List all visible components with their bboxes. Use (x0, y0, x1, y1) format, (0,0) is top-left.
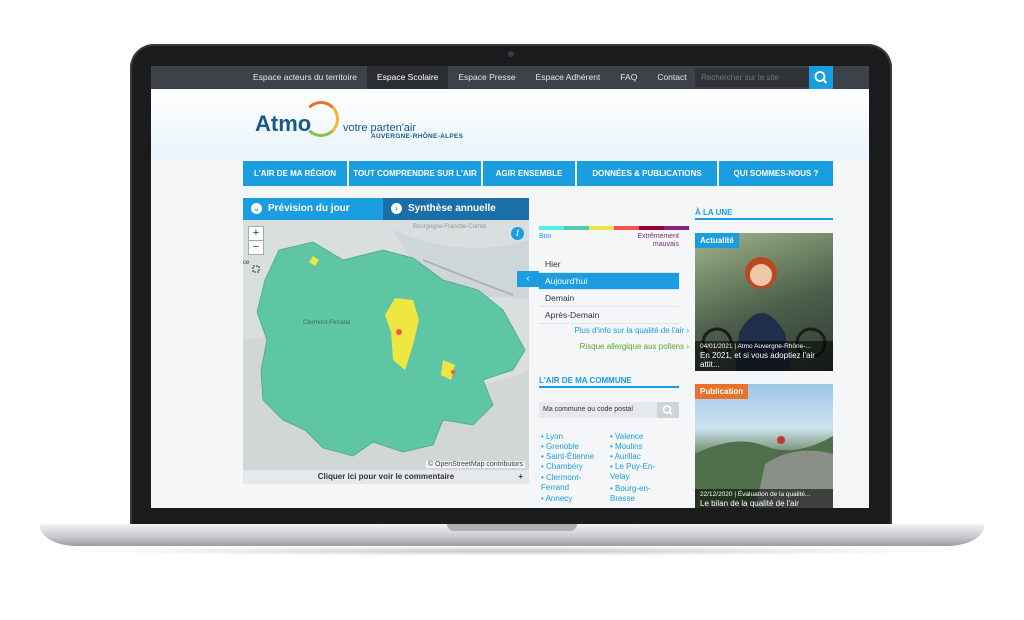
pollens-link-label: Risque allergique aux pollens (579, 342, 685, 351)
chevron-right-icon: › (686, 326, 689, 335)
scale-low-label: Bon (539, 233, 552, 240)
scale-swatch (589, 226, 614, 230)
news-title: Le bilan de la qualité de l'air (700, 499, 799, 508)
chevron-right-icon: › (391, 202, 402, 214)
website-screen: Espace acteurs du territoire Espace Scol… (151, 66, 869, 508)
news-meta: 04/01/2021 | Atmo Auvergne-Rhône-... (700, 343, 811, 350)
top-link-acteurs[interactable]: Espace acteurs du territoire (243, 66, 367, 89)
search-icon (662, 405, 673, 416)
day-selector: Hier Aujourd'hui Demain Après-Demain (539, 256, 679, 324)
map-attribution[interactable]: © OpenStreetMap contributors (425, 461, 525, 468)
top-link-contact[interactable]: Contact (647, 66, 696, 89)
divider (695, 218, 833, 220)
commune-search-input[interactable] (539, 402, 657, 418)
top-utility-bar: Espace acteurs du territoire Espace Scol… (151, 66, 869, 89)
news-card-publication[interactable]: Publication 22/12/2020 | Évaluation de l… (695, 384, 833, 508)
scale-swatch (614, 226, 639, 230)
divider (539, 386, 679, 388)
news-caption: 22/12/2020 | Évaluation de la qualité...… (695, 489, 833, 508)
city-link-lyon[interactable]: • Lyon (541, 432, 607, 442)
search-icon (814, 71, 828, 84)
map-label-partial: ce (243, 260, 250, 266)
map-label-city: Clermont-Ferrand (303, 320, 350, 326)
webcam (508, 51, 514, 57)
plus-icon: + (518, 472, 523, 481)
pollens-link[interactable]: Risque allergique aux pollens › (539, 342, 689, 351)
tab-prevision[interactable]: ⌄ Prévision du jour (243, 198, 383, 220)
map-comment-toggle[interactable]: Cliquer ici pour voir le commentaire + (243, 470, 529, 484)
info-air-link[interactable]: Plus d'info sur la qualité de l'air › (539, 326, 689, 335)
info-air-link-label: Plus d'info sur la qualité de l'air (574, 326, 685, 335)
top-link-presse[interactable]: Espace Presse (448, 66, 525, 89)
chevron-left-icon[interactable]: ‹ (517, 271, 539, 287)
air-quality-scale (539, 226, 689, 230)
city-link-valence[interactable]: • Valence (610, 432, 676, 442)
city-link-annecy[interactable]: • Annecy (541, 494, 607, 504)
site-search-input[interactable] (695, 68, 809, 87)
nav-agir[interactable]: AGIR ENSEMBLE (483, 161, 575, 186)
news-card-actualite[interactable]: Actualité 04/01/2021 | Atmo Auvergne-Rhô… (695, 233, 833, 371)
map-comment-label: Cliquer ici pour voir le commentaire (317, 472, 455, 481)
day-demain[interactable]: Demain (539, 290, 679, 307)
nav-air-region[interactable]: L'AIR DE MA RÉGION (243, 161, 347, 186)
commune-search-button[interactable] (657, 402, 679, 418)
top-link-faq[interactable]: FAQ (610, 66, 647, 89)
nav-qui-sommes-nous[interactable]: QUI SOMMES-NOUS ? (719, 161, 833, 186)
commune-section-title: L'AIR DE MA COMMUNE (539, 376, 632, 385)
city-link-bourg[interactable]: • Bourg-en-Bresse (610, 484, 662, 504)
scale-swatch (639, 226, 664, 230)
nav-comprendre[interactable]: TOUT COMPRENDRE SUR L'AIR (349, 161, 481, 186)
main-navigation: L'AIR DE MA RÉGION TOUT COMPRENDRE SUR L… (243, 161, 833, 186)
top-link-adherent[interactable]: Espace Adhérent (526, 66, 611, 89)
chevron-down-icon: ⌄ (251, 202, 262, 214)
logo-wordmark[interactable]: Atmo (255, 111, 311, 137)
site-header: Atmo votre parten'air AUVERGNE-RHÔNE-ALP… (151, 89, 869, 159)
city-link-grenoble[interactable]: • Grenoble (541, 442, 607, 452)
city-link-aurillac[interactable]: • Aurillac (610, 452, 676, 462)
city-link-moulins[interactable]: • Moulins (610, 442, 676, 452)
news-title: En 2021, et si vous adoptiez l'air attit… (700, 351, 815, 369)
top-links: Espace acteurs du territoire Espace Scol… (243, 66, 697, 89)
une-section-title: À LA UNE (695, 208, 733, 217)
news-meta: 22/12/2020 | Évaluation de la qualité... (700, 491, 811, 498)
search-button[interactable] (809, 66, 833, 89)
day-aujourdhui[interactable]: Aujourd'hui (539, 273, 679, 290)
laptop-notch (447, 524, 577, 531)
tab-synthese[interactable]: › Synthèse annuelle (383, 198, 529, 220)
map-label-region: Bourgogne-Franche-Comté (413, 224, 487, 230)
nav-donnees[interactable]: DONNÉES & PUBLICATIONS (577, 161, 717, 186)
zoom-out-button[interactable]: − (248, 240, 264, 255)
region-map-graphic: Bourgogne-Franche-Comté Clermont-Ferrand… (243, 220, 529, 470)
day-hier[interactable]: Hier (539, 256, 679, 273)
chevron-right-icon: › (686, 342, 689, 351)
city-link-clermont[interactable]: • Clermont-Ferrand (541, 473, 601, 493)
badge-publication: Publication (695, 384, 749, 399)
scale-swatch (564, 226, 589, 230)
tab-prevision-label: Prévision du jour (268, 203, 350, 214)
zoom-in-button[interactable]: + (248, 226, 264, 241)
scale-high-label: Extrêmement mauvais (637, 233, 679, 248)
news-caption: 04/01/2021 | Atmo Auvergne-Rhône-... En … (695, 341, 833, 371)
air-quality-map[interactable]: Bourgogne-Franche-Comté Clermont-Ferrand… (243, 220, 529, 470)
city-link-saint-etienne[interactable]: • Saint-Étienne (541, 452, 607, 462)
logo-region: AUVERGNE-RHÔNE-ALPES (371, 133, 464, 140)
badge-actualite: Actualité (695, 233, 739, 248)
laptop-shadow (70, 546, 954, 556)
tab-synthese-label: Synthèse annuelle (408, 203, 496, 214)
map-tabs: ⌄ Prévision du jour › Synthèse annuelle (243, 198, 529, 220)
scale-swatch (664, 226, 689, 230)
city-link-chambery[interactable]: • Chambéry (541, 462, 607, 472)
day-apres-demain[interactable]: Après-Demain (539, 307, 679, 324)
top-link-scolaire[interactable]: Espace Scolaire (366, 66, 449, 89)
scale-swatch (539, 226, 564, 230)
info-icon[interactable]: i (511, 227, 524, 240)
city-link-le-puy[interactable]: • Le Puy-En-Velay (610, 462, 662, 482)
